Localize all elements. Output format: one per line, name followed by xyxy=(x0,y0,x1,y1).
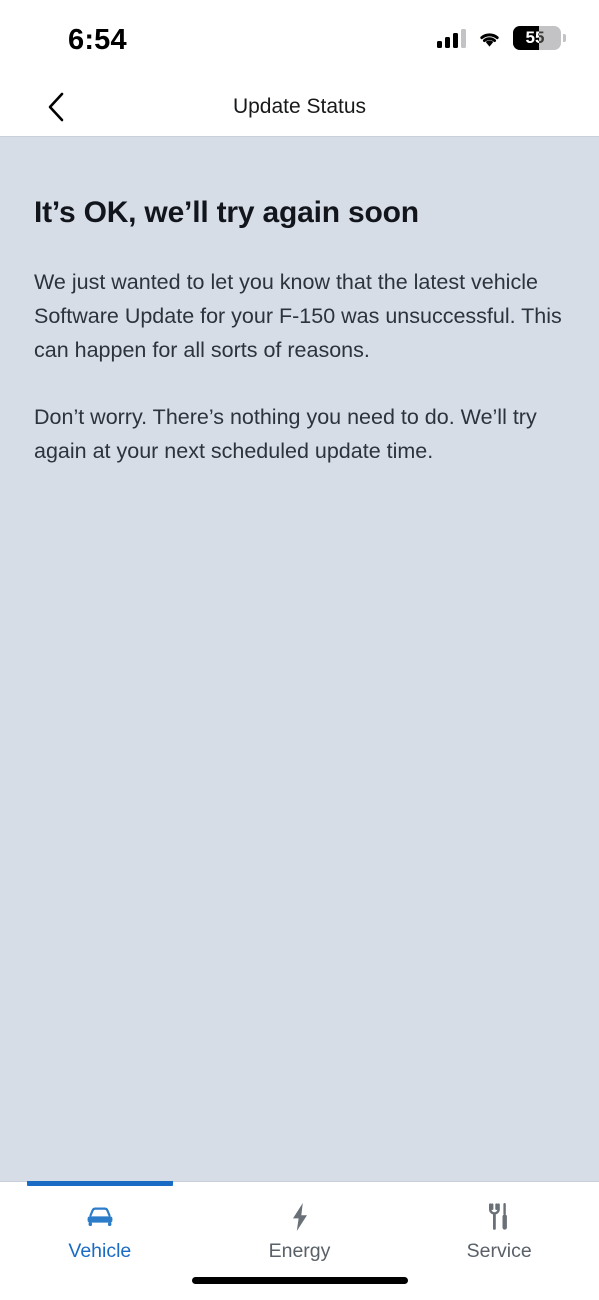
wrench-screwdriver-icon xyxy=(483,1200,515,1234)
home-indicator[interactable] xyxy=(191,1277,408,1284)
wifi-icon xyxy=(480,32,499,47)
tab-service[interactable]: Service xyxy=(399,1182,599,1300)
tab-vehicle[interactable]: Vehicle xyxy=(0,1181,200,1300)
message-paragraph-2: Don’t worry. There’s nothing you need to… xyxy=(34,405,537,463)
status-time: 6:54 xyxy=(68,24,127,56)
tab-label-vehicle: Vehicle xyxy=(68,1240,132,1262)
battery-cap xyxy=(563,34,566,42)
lightning-bolt-icon xyxy=(288,1200,312,1234)
navigation-bar: Update Status xyxy=(0,78,599,137)
app-screen: 6:54 55 Update Status It’s OK, we’ll try… xyxy=(0,0,599,1300)
status-bar: 6:54 55 xyxy=(0,0,599,78)
tab-label-energy: Energy xyxy=(268,1240,331,1262)
content-area: It’s OK, we’ll try again soon We just wa… xyxy=(0,137,599,1181)
battery-icon: 55 xyxy=(513,26,566,50)
active-tab-indicator xyxy=(26,1181,173,1186)
message-headline: It’s OK, we’ll try again soon xyxy=(34,196,419,229)
cellular-signal-icon xyxy=(437,28,466,48)
message-paragraph-1: We just wanted to let you know that the … xyxy=(34,270,562,362)
battery-percent-label: 55 xyxy=(525,28,545,47)
car-front-icon xyxy=(84,1200,116,1234)
status-indicators: 55 xyxy=(437,26,566,50)
tab-label-service: Service xyxy=(466,1240,532,1262)
page-title: Update Status xyxy=(232,95,367,118)
